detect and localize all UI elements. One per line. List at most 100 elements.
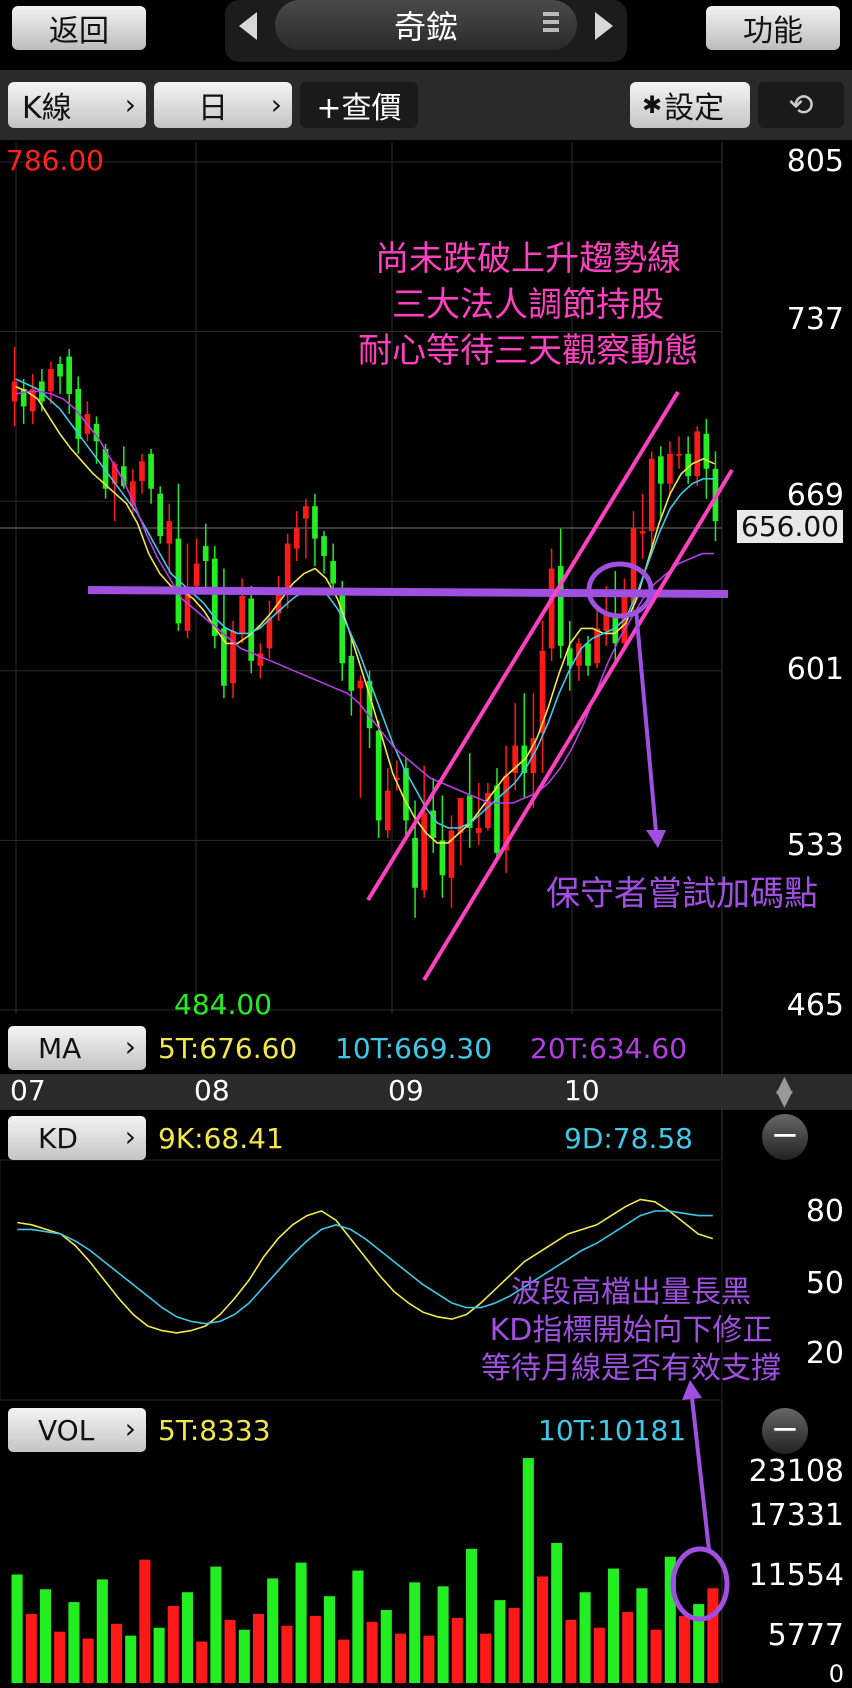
price-tick: 601 [786, 652, 844, 687]
volume-bar [281, 1625, 293, 1683]
ma-selector[interactable]: MA › [8, 1026, 146, 1070]
candle-body [321, 536, 327, 557]
candle-body [703, 433, 710, 469]
candle-body [184, 593, 191, 631]
collapse-vol-button[interactable]: − [762, 1408, 808, 1454]
candle-body [384, 790, 391, 831]
price-tick: 533 [786, 828, 844, 863]
volume-bar [565, 1619, 577, 1683]
candle-body [330, 561, 336, 584]
volume-bar [636, 1588, 648, 1683]
candle-body [312, 506, 318, 539]
volume-bar [607, 1568, 620, 1683]
candle-body [439, 840, 446, 876]
vol-tick: 17331 [748, 1498, 844, 1533]
volume-bar [267, 1578, 279, 1683]
volume-bar [167, 1606, 179, 1683]
volume-bar [536, 1576, 549, 1683]
moving-average-lines [15, 378, 715, 844]
vol-label: VOL [38, 1413, 95, 1447]
volume-bar [338, 1639, 350, 1683]
volume-bar [394, 1633, 407, 1683]
add-point-annotation: 保守者嘗試加碼點 [546, 874, 818, 914]
kd-tick: 50 [805, 1266, 844, 1301]
candle-body [157, 493, 164, 537]
candle-body [57, 364, 63, 377]
volume-bar [11, 1574, 23, 1683]
volume-bar [125, 1635, 137, 1683]
vol-selector[interactable]: VOL › [8, 1408, 146, 1452]
price-tick: 805 [786, 144, 844, 179]
candle-body [694, 431, 701, 477]
candle-body [284, 543, 291, 591]
candle-body [421, 812, 427, 891]
collapse-kd-button[interactable]: − [762, 1114, 808, 1160]
upper-trend-line [366, 390, 680, 902]
annotation-line: 波段高檔出量長黑 [511, 1275, 751, 1310]
volume-bar [153, 1627, 165, 1683]
vol-ma5-value: 5T:8333 [158, 1414, 271, 1447]
volume-bar [210, 1566, 222, 1683]
volume-bar [323, 1596, 336, 1683]
price-tick: 737 [786, 302, 844, 337]
candle-body [475, 827, 482, 833]
volume-bar [139, 1559, 151, 1683]
ma5-value: 5T:676.60 [158, 1032, 298, 1065]
candle-body [548, 568, 555, 649]
candle-body [676, 453, 682, 456]
support-line [87, 586, 729, 598]
candle-body [375, 730, 382, 821]
volume-bar [96, 1579, 108, 1683]
vol-tick: 23108 [748, 1454, 844, 1489]
month-label: 10 [564, 1074, 600, 1107]
arrow-head-icon [646, 830, 666, 848]
volume-bar [295, 1562, 307, 1683]
volume-bar [465, 1548, 478, 1683]
candle-body [66, 356, 72, 394]
volume-bar [494, 1600, 506, 1683]
annotation-line: KD指標開始向下修正 [489, 1313, 773, 1348]
candle-body [148, 453, 154, 489]
volume-bars [11, 1458, 719, 1683]
candle-body [303, 506, 309, 519]
volume-bar [25, 1613, 37, 1683]
volume-bar [593, 1627, 605, 1683]
ma10-value: 10T:669.30 [335, 1032, 493, 1065]
candle-body [239, 595, 245, 634]
month-label: 07 [10, 1074, 46, 1107]
volume-bar [366, 1621, 378, 1683]
d-value: 9D:78.58 [564, 1122, 693, 1155]
candle-body [230, 630, 236, 684]
kd-tick: 80 [805, 1194, 844, 1229]
candle-body [166, 521, 173, 544]
volume-bar [196, 1641, 208, 1683]
ma-label: MA [38, 1031, 82, 1065]
candle-body [594, 628, 600, 664]
volume-bar [54, 1631, 66, 1683]
volume-bar [480, 1633, 492, 1683]
volume-bar [508, 1608, 520, 1683]
candle-body [139, 461, 145, 482]
vol-tick: 0 [828, 1660, 844, 1688]
volume-bar [707, 1588, 719, 1683]
period-low-label: 484.00 [174, 988, 272, 1021]
kd-selector[interactable]: KD › [8, 1116, 146, 1160]
volume-bar [224, 1619, 236, 1683]
volume-bar [522, 1458, 534, 1683]
vol-ma10-value: 10T:10181 [538, 1414, 687, 1447]
volume-bar [181, 1592, 194, 1683]
trend-annotation: 尚未跌破上升趨勢線 三大法人調節持股 耐心等待三天觀察動態 [318, 236, 738, 374]
volume-bar [650, 1629, 662, 1683]
candle-body [639, 531, 646, 534]
candle-body [202, 546, 209, 562]
kd-annotation: 波段高檔出量長黑 KD指標開始向下修正 等待月線是否有效支撐 [470, 1274, 792, 1388]
drag-handle-icon[interactable]: ▲ ▼ [776, 1074, 793, 1110]
volume-bar [238, 1629, 250, 1683]
candle-body [357, 680, 364, 689]
ma20-value: 20T:634.60 [530, 1032, 688, 1065]
candle-body [585, 643, 591, 666]
candle-body [348, 655, 355, 691]
candle-body [648, 458, 655, 532]
annotation-line: 耐心等待三天觀察動態 [358, 331, 698, 371]
candle-body [667, 453, 673, 484]
